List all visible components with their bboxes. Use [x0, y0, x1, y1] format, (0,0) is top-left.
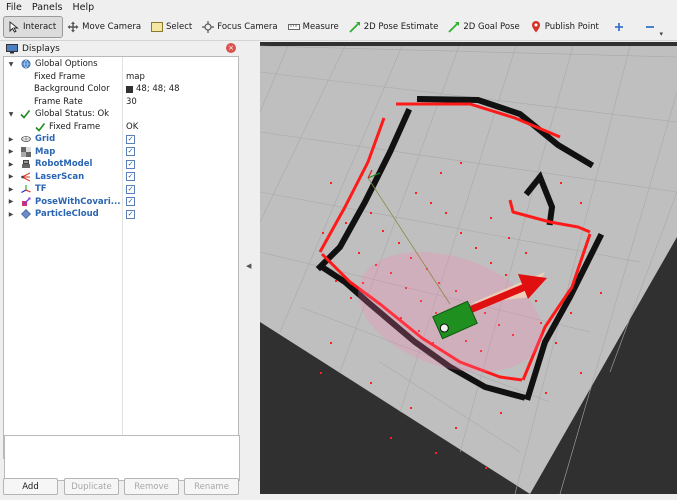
map-checkbox[interactable]: ✓	[126, 147, 135, 156]
expand-arrow-icon[interactable]: ▼	[7, 61, 15, 68]
check-icon	[35, 122, 45, 132]
focus-camera-tool-button[interactable]: Focus Camera	[198, 16, 283, 38]
minus-icon	[644, 21, 656, 33]
map-pin-icon	[530, 21, 542, 33]
menu-bar: File Panels Help	[0, 0, 677, 14]
collapse-arrow-icon[interactable]: ▶	[7, 161, 15, 168]
menu-help[interactable]: Help	[72, 2, 94, 13]
tree-row-laserscan[interactable]: ▶ LaserScan ✓	[4, 171, 238, 183]
map-icon	[21, 146, 31, 157]
frame-rate-value[interactable]: 30	[126, 97, 137, 107]
add-tool-button[interactable]	[605, 16, 636, 38]
displays-titlebar: Displays ×	[3, 42, 239, 55]
rename-button[interactable]: Rename	[184, 478, 239, 495]
grid-checkbox[interactable]: ✓	[126, 134, 135, 144]
background-color-value[interactable]: 48; 48; 48	[126, 84, 180, 94]
goal-arrow-icon	[448, 21, 460, 33]
menu-panels[interactable]: Panels	[32, 2, 63, 13]
publish-point-tool-button[interactable]: Publish Point	[526, 16, 605, 38]
displays-panel: Displays × ▼ Global Options Fixed Frame …	[3, 42, 240, 496]
interact-tool-button[interactable]: Interact	[3, 16, 64, 38]
tree-row-global-options[interactable]: ▼ Global Options	[4, 58, 238, 70]
displays-title: Displays	[22, 43, 60, 54]
panel-splitter[interactable]: ◀	[240, 42, 259, 496]
focus-camera-icon	[202, 21, 215, 33]
fixed-frame-value[interactable]: map	[126, 72, 145, 82]
collapse-arrow-icon[interactable]: ▶	[7, 148, 15, 155]
move-camera-tool-button[interactable]: Move Camera	[63, 16, 147, 38]
particle-cloud-icon	[21, 209, 31, 219]
toolbar-overflow-icon[interactable]: ▾	[659, 30, 663, 38]
tool-bar: Interact Move Camera Select Focus Camera…	[0, 14, 677, 41]
tree-row-grid[interactable]: ▶ Grid ✓	[4, 133, 238, 145]
laserscan-checkbox[interactable]: ✓	[126, 172, 135, 181]
tree-row-map[interactable]: ▶ Map ✓	[4, 146, 238, 158]
description-box	[4, 435, 240, 481]
tree-row-posewithcovariance[interactable]: ▶ PoseWithCovari... ✓	[4, 196, 238, 208]
plus-icon	[613, 21, 625, 33]
close-icon[interactable]: ×	[226, 43, 236, 53]
tree-row-fixed-frame[interactable]: Fixed Frame map	[4, 71, 238, 83]
select-box-icon	[151, 21, 164, 33]
duplicate-button[interactable]: Duplicate	[64, 478, 119, 495]
tree-row-global-status[interactable]: ▼ Global Status: Ok	[4, 108, 238, 120]
expand-arrow-icon[interactable]: ▼	[7, 111, 15, 118]
laser-icon	[21, 172, 31, 182]
tree-row-robotmodel[interactable]: ▶ RobotModel ✓	[4, 158, 238, 170]
particlecloud-checkbox[interactable]: ✓	[126, 209, 135, 219]
collapse-arrow-icon[interactable]: ▶	[7, 198, 15, 205]
scene-canvas	[260, 45, 677, 494]
color-swatch	[126, 85, 133, 93]
3d-viewport[interactable]	[260, 42, 677, 494]
menu-file[interactable]: File	[6, 2, 22, 13]
collapse-arrow-icon[interactable]: ▶	[7, 211, 15, 218]
pose-covariance-icon	[21, 197, 31, 207]
grid-icon	[21, 134, 31, 144]
collapse-arrow-icon[interactable]: ▶	[7, 173, 15, 180]
tree-row-frame-rate[interactable]: Frame Rate 30	[4, 96, 238, 108]
pose-arrow-icon	[349, 21, 361, 33]
tree-row-particlecloud[interactable]: ▶ ParticleCloud ✓	[4, 208, 238, 220]
remove-button[interactable]: Remove	[124, 478, 179, 495]
robot-icon	[21, 159, 31, 169]
tf-checkbox[interactable]: ✓	[126, 184, 135, 194]
monitor-icon	[6, 44, 18, 54]
status-fixed-frame-value: OK	[126, 121, 139, 132]
collapse-left-icon[interactable]: ◀	[246, 262, 251, 270]
measure-tool-button[interactable]: Measure	[284, 16, 345, 38]
tree-row-tf[interactable]: ▶ TF ✓	[4, 183, 238, 195]
pose-estimate-tool-button[interactable]: 2D Pose Estimate	[345, 16, 445, 38]
ruler-icon	[287, 21, 300, 33]
select-tool-button[interactable]: Select	[147, 16, 198, 38]
check-icon	[20, 109, 30, 119]
tree-row-background-color[interactable]: Background Color 48; 48; 48	[4, 83, 238, 95]
tree-row-status-fixed-frame[interactable]: Fixed Frame OK	[4, 121, 238, 133]
posewithcovariance-checkbox[interactable]: ✓	[126, 197, 135, 206]
displays-button-row: Add Duplicate Remove Rename	[3, 478, 239, 496]
goal-pose-tool-button[interactable]: 2D Goal Pose	[444, 16, 525, 38]
globe-icon	[21, 59, 31, 69]
collapse-arrow-icon[interactable]: ▶	[7, 136, 15, 143]
move-camera-icon	[67, 21, 79, 33]
displays-tree: ▼ Global Options Fixed Frame map Backgro…	[3, 56, 240, 481]
add-button[interactable]: Add	[3, 478, 58, 495]
cursor-icon	[8, 21, 20, 33]
robotmodel-checkbox[interactable]: ✓	[126, 159, 135, 169]
tf-axes-icon	[21, 184, 31, 194]
collapse-arrow-icon[interactable]: ▶	[7, 186, 15, 193]
